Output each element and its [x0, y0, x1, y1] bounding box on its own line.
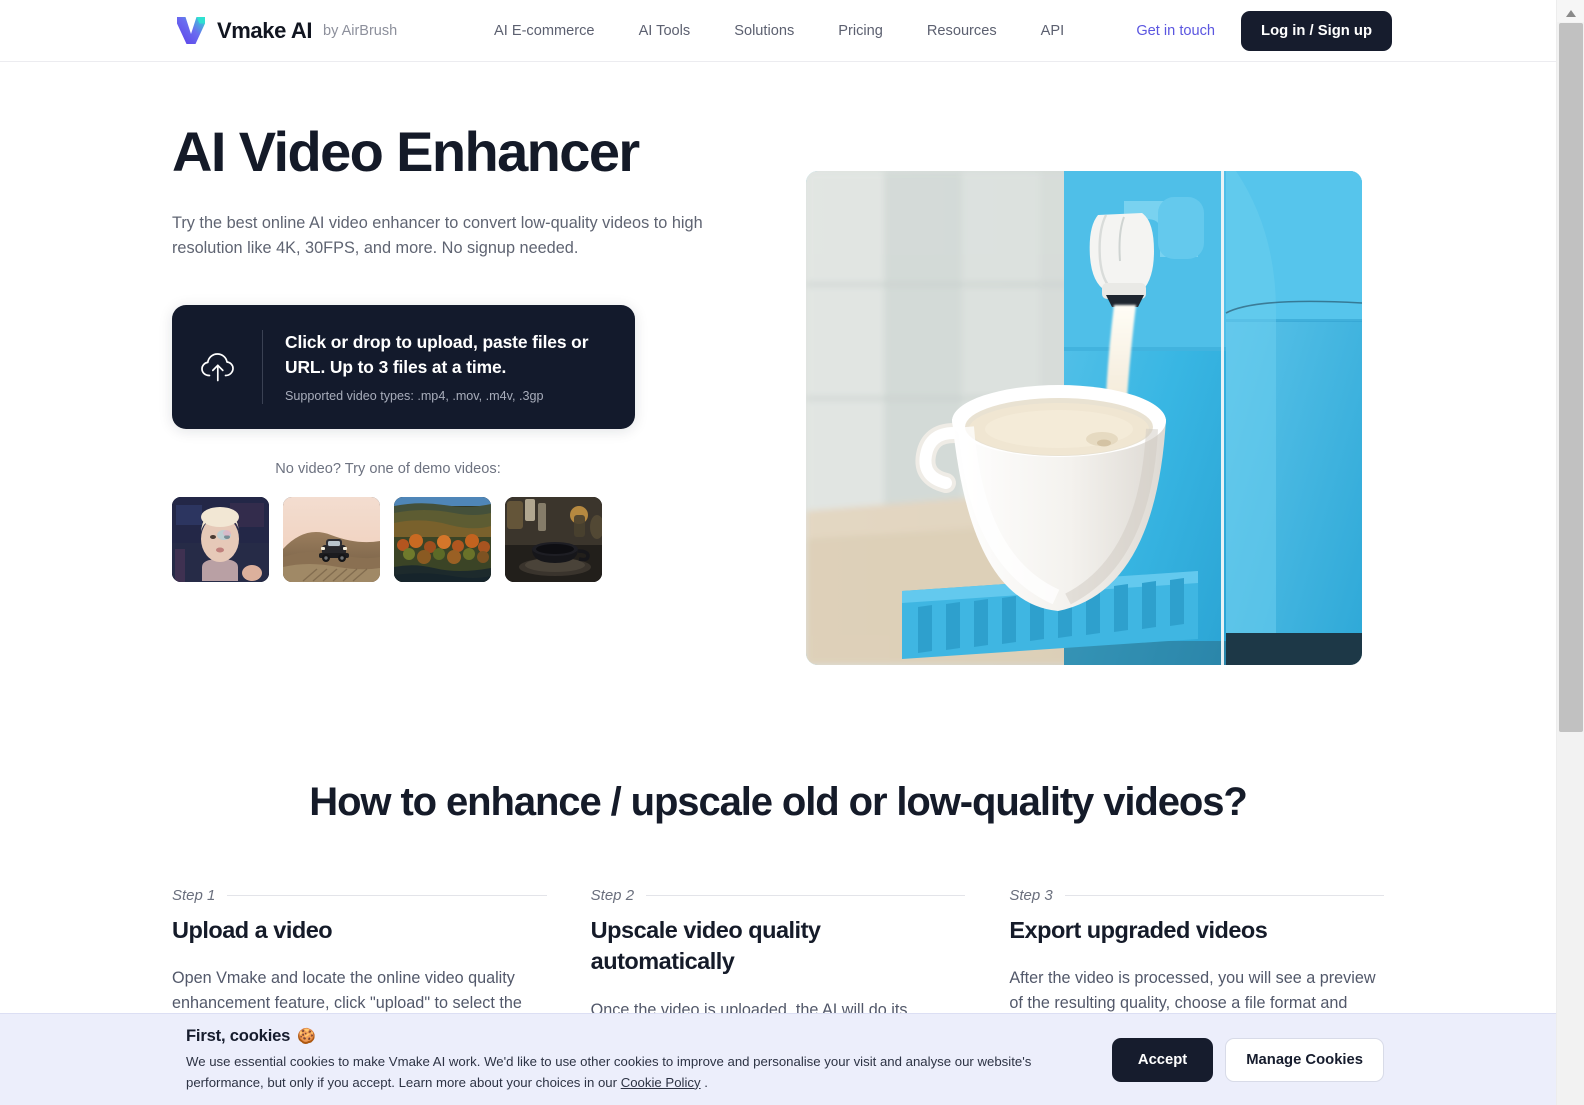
page-title: AI Video Enhancer: [172, 120, 640, 183]
brand-name: Vmake AI: [217, 17, 313, 43]
cookie-body-part-1: We use essential cookies to make Vmake A…: [186, 1054, 1032, 1090]
chevron-up-icon: [1566, 9, 1576, 17]
upload-text-group: Click or drop to upload, paste files or …: [285, 330, 613, 404]
step-1-head: Step 1: [172, 887, 547, 904]
demo-car-desert-image: [283, 497, 380, 583]
demo-video-list: [172, 497, 772, 583]
brand-logo-group[interactable]: Vmake AI by AirBrush: [174, 14, 397, 47]
nav-item-solutions[interactable]: Solutions: [712, 18, 816, 45]
cookie-consent-banner: First, cookies 🍪 We use essential cookie…: [0, 1013, 1556, 1105]
cookie-banner-title-text: First, cookies: [186, 1026, 291, 1046]
step-3-head: Step 3: [1009, 887, 1385, 904]
hero-subtitle: Try the best online AI video enhancer to…: [172, 214, 703, 258]
nav-item-pricing[interactable]: Pricing: [816, 18, 905, 45]
step-3-rule: [1064, 895, 1385, 896]
step-1-number: Step 1: [172, 887, 216, 904]
cookie-policy-link[interactable]: Cookie Policy: [621, 1075, 701, 1090]
upload-dropzone[interactable]: Click or drop to upload, paste files or …: [172, 305, 635, 430]
scrollbar-up-arrow[interactable]: [1557, 5, 1584, 21]
nav-item-resources[interactable]: Resources: [905, 18, 1019, 45]
step-2-number: Step 2: [590, 887, 635, 904]
cookie-text-group: First, cookies 🍪 We use essential cookie…: [186, 1026, 1094, 1092]
cookie-icon: 🍪: [297, 1028, 316, 1046]
header-actions: Get in touch Log in / Sign up: [1136, 0, 1392, 62]
cookie-body-part-2: .: [700, 1074, 708, 1090]
site-header: Vmake AI by AirBrush AI E-commerce AI To…: [0, 0, 1556, 62]
nav-item-api[interactable]: API: [1019, 18, 1087, 45]
upload-supported-types: Supported video types: .mp4, .mov, .m4v,…: [285, 388, 544, 403]
page-viewport: Vmake AI by AirBrush AI E-commerce AI To…: [0, 0, 1556, 1105]
nav-item-ai-ecommerce[interactable]: AI E-commerce: [472, 18, 617, 45]
demo-thumb-car-desert[interactable]: [283, 497, 380, 583]
demo-thumb-portrait-woman[interactable]: [172, 497, 269, 583]
cookie-banner-body: We use essential cookies to make Vmake A…: [186, 1052, 1094, 1092]
howto-section: How to enhance / upscale old or low-qual…: [0, 780, 1556, 1040]
demo-thumb-autumn-landscape[interactable]: [394, 497, 491, 583]
vmake-logo-icon: [177, 17, 205, 44]
hero-left-column: AI Video Enhancer Try the best online AI…: [172, 120, 772, 583]
page-scrollbar[interactable]: [1556, 0, 1584, 1105]
step-2-rule: [646, 895, 966, 896]
demo-portrait-woman-image: [172, 497, 269, 583]
manage-cookies-button[interactable]: Manage Cookies: [1225, 1037, 1384, 1082]
coffee-machine-before-after-image: [806, 171, 1362, 665]
step-1-title: Upload a video: [172, 917, 333, 943]
cloud-upload-icon: [201, 353, 234, 382]
step-3-number: Step 3: [1009, 887, 1053, 904]
upload-instruction: Click or drop to upload, paste files or …: [285, 332, 589, 378]
get-in-touch-link[interactable]: Get in touch: [1136, 23, 1215, 39]
brand-byline: by AirBrush: [323, 23, 398, 40]
demo-autumn-landscape-image: [394, 497, 491, 583]
step-3-title: Export upgraded videos: [1009, 917, 1268, 943]
step-1-rule: [227, 895, 547, 896]
main-nav: AI E-commerce AI Tools Solutions Pricing…: [472, 0, 1086, 62]
nav-item-ai-tools[interactable]: AI Tools: [617, 18, 713, 45]
step-2-head: Step 2: [591, 887, 966, 904]
step-2-title: Upscale video quality automatically: [590, 917, 821, 975]
demo-videos-label: No video? Try one of demo videos:: [275, 461, 501, 478]
demo-thumb-coffee-cup[interactable]: [505, 497, 602, 583]
cookie-banner-title: First, cookies 🍪: [186, 1026, 1094, 1046]
demo-coffee-cup-image: [505, 497, 602, 583]
hero-section: AI Video Enhancer Try the best online AI…: [0, 62, 1556, 722]
hero-preview-image[interactable]: [806, 171, 1362, 665]
cookie-banner-actions: Accept Manage Cookies: [1111, 1037, 1384, 1082]
scrollbar-thumb[interactable]: [1559, 23, 1583, 732]
upload-divider: [262, 330, 263, 405]
login-signup-button[interactable]: Log in / Sign up: [1241, 11, 1392, 51]
howto-title: How to enhance / upscale old or low-qual…: [309, 780, 1247, 824]
accept-cookies-button[interactable]: Accept: [1111, 1037, 1214, 1082]
